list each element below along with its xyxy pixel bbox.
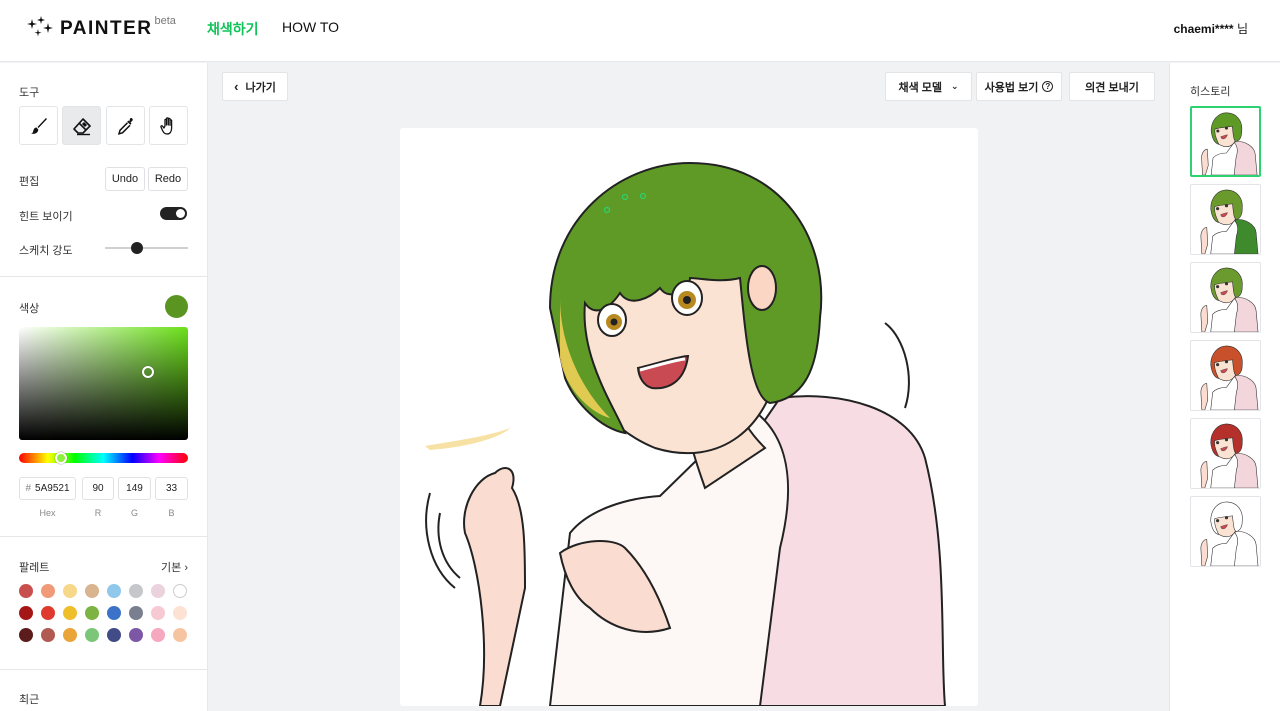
palette-color-swatch[interactable] [19, 606, 33, 620]
palette-color-swatch[interactable] [151, 628, 165, 642]
hex-caption: Hex [39, 508, 56, 518]
palette-color-swatch[interactable] [173, 628, 187, 642]
palette-color-swatch[interactable] [107, 584, 121, 598]
palette-color-swatch[interactable] [85, 606, 99, 620]
palette-color-swatch[interactable] [63, 606, 77, 620]
palette-preset-label: 기본 [161, 562, 182, 574]
nav-colorize[interactable]: 채색하기 [207, 19, 259, 39]
divider [0, 536, 207, 537]
recent-colors-label: 최근 [19, 694, 40, 706]
red-input[interactable]: 90 [82, 477, 114, 500]
edit-label: 편집 [19, 176, 40, 188]
chevron-down-icon: ⌄ [951, 81, 959, 91]
palette-label: 팔레트 [19, 562, 50, 574]
sketch-strength-label: 스케치 강도 [19, 245, 73, 257]
palette-color-swatch[interactable] [19, 584, 33, 598]
nav-how-to[interactable]: HOW TO [282, 19, 339, 35]
green-input[interactable]: 149 [118, 477, 151, 500]
redo-button[interactable]: Redo [148, 167, 188, 191]
sparkle-icon [27, 16, 53, 37]
palette-color-swatch[interactable] [63, 584, 77, 598]
undo-button[interactable]: Undo [105, 167, 145, 191]
eyedropper-icon [117, 117, 133, 135]
palette-color-swatch[interactable] [129, 584, 143, 598]
how-to-use-button[interactable]: 사용법 보기? [976, 72, 1062, 101]
palette-color-swatch[interactable] [41, 606, 55, 620]
drawing-canvas[interactable] [400, 128, 978, 706]
history-thumbnail[interactable] [1190, 418, 1261, 489]
back-label: 나가기 [245, 81, 276, 94]
eraser-tool[interactable] [62, 106, 101, 145]
palette-color-swatch[interactable] [173, 584, 187, 598]
canvas-area: ‹ 나가기 채색 모델 ⌄ 사용법 보기? 의견 보내기 [208, 63, 1169, 711]
palette-color-swatch[interactable] [19, 628, 33, 642]
history-thumbnail[interactable] [1190, 106, 1261, 177]
palette-color-swatch[interactable] [107, 606, 121, 620]
sketch-strength-handle[interactable] [131, 242, 143, 254]
history-thumbnail[interactable] [1190, 262, 1261, 333]
history-panel: 히스토리 [1169, 63, 1280, 711]
history-thumbnail[interactable] [1190, 496, 1261, 567]
current-color-swatch[interactable] [165, 295, 188, 318]
brush-tool[interactable] [19, 106, 58, 145]
palette-color-swatch[interactable] [41, 628, 55, 642]
colored-illustration [425, 161, 947, 706]
logo-text: PAINTER [60, 18, 153, 39]
palette-preset-link[interactable]: 기본 › [161, 559, 188, 575]
how-to-label: 사용법 보기 [984, 81, 1039, 94]
beta-badge: beta [154, 15, 176, 27]
palette-color-swatch[interactable] [107, 628, 121, 642]
hex-value: 5A9521 [35, 483, 70, 494]
eraser-icon [72, 117, 91, 135]
user-name[interactable]: chaemi**** 님 [1174, 20, 1248, 37]
hand-tool[interactable] [149, 106, 188, 145]
send-feedback-button[interactable]: 의견 보내기 [1069, 72, 1155, 101]
help-icon: ? [1042, 81, 1054, 92]
color-label: 색상 [19, 303, 40, 315]
palette-color-swatch[interactable] [63, 628, 77, 642]
blue-input[interactable]: 33 [155, 477, 188, 500]
eyedropper-tool[interactable] [106, 106, 145, 145]
hex-hash: # [25, 483, 32, 494]
history-thumbnail[interactable] [1190, 340, 1261, 411]
user-id: chaemi**** [1173, 22, 1234, 36]
palette-color-swatch[interactable] [41, 584, 55, 598]
palette-color-swatch[interactable] [85, 584, 99, 598]
history-thumbnail[interactable] [1190, 184, 1261, 255]
model-label: 채색 모델 [898, 81, 942, 94]
red-caption: R [94, 508, 102, 518]
palette-color-swatch[interactable] [85, 628, 99, 642]
sketch-strength-track[interactable] [105, 247, 188, 249]
color-picker-cursor[interactable] [142, 366, 154, 378]
show-hints-toggle[interactable] [160, 207, 187, 220]
hand-icon [159, 116, 172, 135]
top-bar: PAINTER beta 채색하기 HOW TO chaemi**** 님 [0, 0, 1280, 62]
palette-color-swatch[interactable] [129, 628, 143, 642]
painter-logo[interactable]: PAINTER beta [26, 15, 176, 40]
saturation-value-picker[interactable] [19, 327, 188, 440]
blue-caption: B [168, 508, 175, 518]
divider [0, 669, 207, 670]
hue-slider[interactable] [19, 453, 188, 463]
palette-color-swatch[interactable] [173, 606, 187, 620]
green-caption: G [130, 508, 138, 518]
chevron-right-icon: › [184, 562, 188, 574]
hex-input[interactable]: #5A9521 [19, 477, 76, 500]
brush-icon [30, 117, 47, 134]
history-label: 히스토리 [1190, 86, 1231, 98]
palette-color-swatch[interactable] [151, 606, 165, 620]
show-hints-label: 힌트 보이기 [19, 211, 73, 223]
user-suffix: 님 [1236, 22, 1248, 36]
tools-label: 도구 [19, 87, 40, 99]
back-button[interactable]: ‹ 나가기 [222, 72, 288, 101]
colorize-model-dropdown[interactable]: 채색 모델 ⌄ [885, 72, 972, 101]
divider [0, 276, 207, 277]
chevron-left-icon: ‹ [234, 79, 239, 94]
hue-slider-handle[interactable] [55, 452, 67, 464]
palette-color-swatch[interactable] [129, 606, 143, 620]
palette-color-swatch[interactable] [151, 584, 165, 598]
